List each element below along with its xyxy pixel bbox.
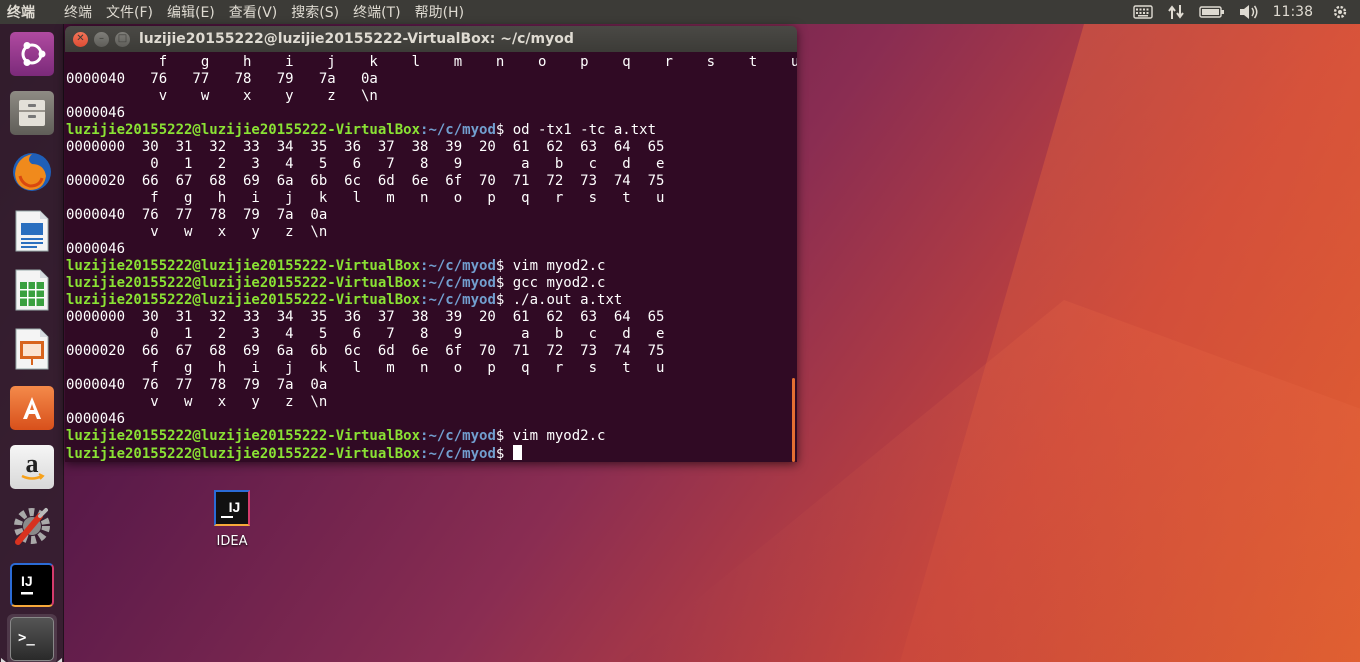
prompt-user: luzijie20155222@luzijie20155222-VirtualB… (66, 428, 421, 444)
amazon-icon[interactable]: a (7, 442, 57, 492)
output-line: f g h i j k l m n o p q r s t u (66, 190, 665, 206)
intellij-desktop-icon: IJ (214, 490, 250, 526)
command-text: $ vim myod2.c (495, 258, 606, 274)
maximize-button[interactable]: □ (115, 31, 130, 47)
launcher: a IJ >_ (0, 24, 64, 662)
libreoffice-writer-icon[interactable] (7, 206, 57, 256)
menu-search[interactable]: 搜索(S) (291, 2, 339, 22)
power-gear-icon[interactable] (1332, 4, 1348, 20)
battery-icon[interactable] (1198, 5, 1225, 19)
firefox-icon[interactable] (7, 147, 57, 197)
output-line: 0000020 66 67 68 69 6a 6b 6c 6d 6e 6f 70… (66, 343, 665, 359)
focused-indicator (57, 658, 62, 662)
terminal-lines: f g h i j k l m n o p q r s t u 0000040 7… (65, 54, 797, 462)
prompt-path: :~/c/myod (420, 122, 496, 138)
network-icon[interactable] (1167, 4, 1185, 20)
intellij-idea-icon[interactable]: IJ (7, 560, 57, 610)
command-text: $ vim myod2.c (495, 428, 606, 444)
output-line: 0000040 76 77 78 79 7a 0a (66, 71, 378, 87)
scrollbar[interactable] (792, 378, 795, 462)
output-line: 0000046 (66, 105, 126, 121)
prompt-user: luzijie20155222@luzijie20155222-VirtualB… (66, 292, 421, 308)
libreoffice-impress-icon[interactable] (7, 324, 57, 374)
prompt-line: luzijie20155222@luzijie20155222-VirtualB… (65, 428, 797, 445)
prompt-line: luzijie20155222@luzijie20155222-VirtualB… (65, 275, 797, 292)
command-text: $ od -tx1 -tc a.txt (495, 122, 657, 138)
menu-help[interactable]: 帮助(H) (415, 2, 464, 22)
svg-text:a: a (26, 450, 39, 478)
menu-edit[interactable]: 编辑(E) (167, 2, 215, 22)
prompt-path: :~/c/myod (420, 428, 496, 444)
ubuntu-software-icon[interactable] (7, 383, 57, 433)
text-cursor (512, 445, 522, 460)
command-text: $ gcc myod2.c (495, 275, 606, 291)
output-line: f g h i j k l m n o p q r s t u (66, 54, 797, 70)
keyboard-icon[interactable] (1132, 5, 1153, 19)
menu-view[interactable]: 查看(V) (229, 2, 278, 22)
desktop-icon-label: IDEA (216, 534, 248, 549)
output-line: 0000040 76 77 78 79 7a 0a (66, 377, 328, 393)
active-app-name: 终端 (7, 5, 35, 21)
output-line: 0 1 2 3 4 5 6 7 8 9 a b c d e (66, 326, 665, 342)
window-titlebar[interactable]: ✕ – □ luzijie20155222@luzijie20155222-Vi… (65, 26, 797, 52)
menu-terminal[interactable]: 终端 (64, 2, 92, 22)
prompt-user: luzijie20155222@luzijie20155222-VirtualB… (66, 275, 421, 291)
close-button[interactable]: ✕ (73, 31, 88, 47)
terminal-window[interactable]: ✕ – □ luzijie20155222@luzijie20155222-Vi… (65, 26, 797, 462)
output-line: v w x y z \n (66, 88, 378, 104)
clock[interactable]: 11:38 (1273, 4, 1313, 20)
desktop-idea-shortcut[interactable]: IJ IDEA (202, 490, 262, 549)
svg-text:IJ: IJ (21, 573, 33, 589)
prompt-path: :~/c/myod (420, 446, 496, 462)
minimize-button[interactable]: – (94, 31, 109, 47)
output-line: 0000046 (66, 241, 126, 257)
system-settings-icon[interactable] (7, 501, 57, 551)
menu-file[interactable]: 文件(F) (106, 2, 153, 22)
menu-terminal-t[interactable]: 终端(T) (353, 2, 400, 22)
svg-text:>_: >_ (18, 630, 35, 646)
prompt-user: luzijie20155222@luzijie20155222-VirtualB… (66, 122, 421, 138)
command-text: $ ./a.out a.txt (495, 292, 623, 308)
window-title: luzijie20155222@luzijie20155222-VirtualB… (139, 31, 574, 47)
output-line: v w x y z \n (66, 394, 328, 410)
prompt-path: :~/c/myod (420, 275, 496, 291)
terminal-icon[interactable]: >_ (7, 614, 57, 662)
indicator-area: 11:38 (1126, 0, 1360, 24)
files-icon[interactable] (7, 88, 57, 138)
running-indicator (1, 658, 6, 662)
libreoffice-calc-icon[interactable] (7, 265, 57, 315)
prompt-line: luzijie20155222@luzijie20155222-VirtualB… (65, 122, 797, 139)
prompt-line: luzijie20155222@luzijie20155222-VirtualB… (65, 445, 797, 462)
output-line: 0 1 2 3 4 5 6 7 8 9 a b c d e (66, 156, 665, 172)
volume-icon[interactable] (1239, 4, 1259, 20)
prompt-user: luzijie20155222@luzijie20155222-VirtualB… (66, 258, 421, 274)
terminal-output[interactable]: f g h i j k l m n o p q r s t u 0000040 7… (65, 52, 797, 462)
output-line: 0000046 (66, 411, 126, 427)
prompt-line: luzijie20155222@luzijie20155222-VirtualB… (65, 258, 797, 275)
prompt-user: luzijie20155222@luzijie20155222-VirtualB… (66, 446, 421, 462)
output-line: v w x y z \n (66, 224, 328, 240)
top-panel: 终端 终端 文件(F) 编辑(E) 查看(V) 搜索(S) 终端(T) 帮助(H… (0, 0, 1360, 24)
ubuntu-dash-icon[interactable] (7, 29, 57, 79)
command-text: $ (495, 446, 513, 462)
prompt-path: :~/c/myod (420, 258, 496, 274)
prompt-line: luzijie20155222@luzijie20155222-VirtualB… (65, 292, 797, 309)
output-line: 0000020 66 67 68 69 6a 6b 6c 6d 6e 6f 70… (66, 173, 665, 189)
output-line: 0000000 30 31 32 33 34 35 36 37 38 39 20… (66, 309, 665, 325)
output-line: 0000040 76 77 78 79 7a 0a (66, 207, 328, 223)
output-line: f g h i j k l m n o p q r s t u (66, 360, 665, 376)
prompt-path: :~/c/myod (420, 292, 496, 308)
output-line: 0000000 30 31 32 33 34 35 36 37 38 39 20… (66, 139, 665, 155)
